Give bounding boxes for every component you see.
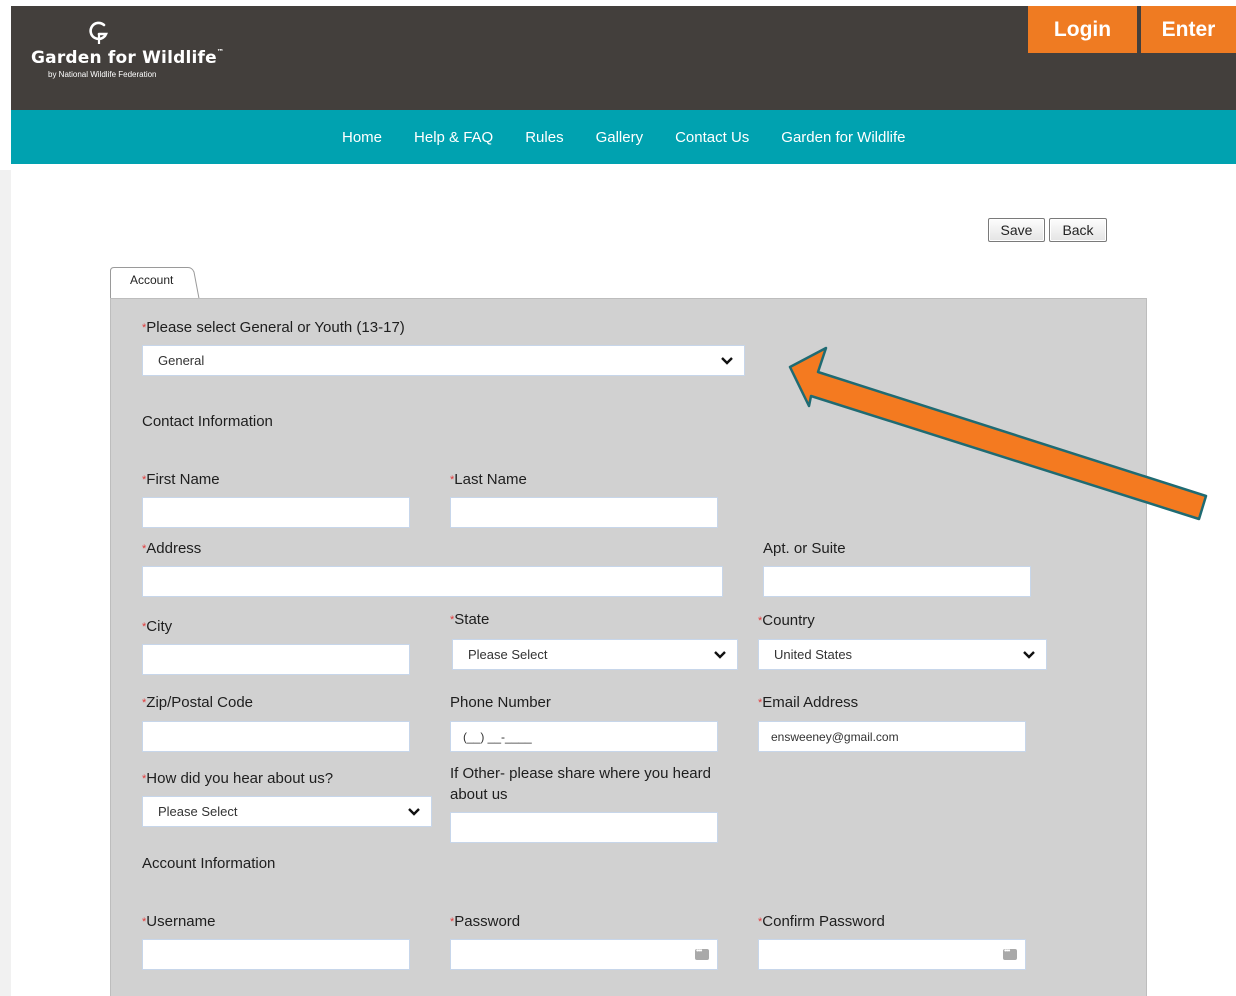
contact-information-heading: Contact Information — [142, 413, 273, 430]
referral-select[interactable]: Please Select — [142, 796, 432, 827]
address-label: *Address — [142, 540, 202, 557]
email-value: ensweeney@gmail.com — [771, 729, 899, 744]
tab-account[interactable]: Account — [110, 267, 200, 299]
logo-subtitle: by National Wildlife Federation — [48, 70, 157, 79]
left-gutter — [0, 170, 11, 996]
email-input[interactable]: ensweeney@gmail.com — [758, 721, 1026, 752]
participant-type-label: *Please select General or Youth (13-17) — [142, 319, 405, 336]
password-label: *Password — [450, 913, 521, 930]
nav-contact-us[interactable]: Contact Us — [675, 129, 749, 146]
email-label: *Email Address — [758, 694, 859, 711]
username-input[interactable] — [142, 939, 410, 970]
city-input[interactable] — [142, 644, 410, 675]
nav-garden-for-wildlife[interactable]: Garden for Wildlife — [781, 129, 905, 146]
state-value: Please Select — [468, 647, 548, 662]
first-name-input[interactable] — [142, 497, 410, 528]
tab-account-label: Account — [130, 273, 174, 287]
city-label: *City — [142, 618, 173, 635]
first-name-label: *First Name — [142, 471, 220, 488]
referral-other-label-line1: If Other- please share where you heard — [450, 765, 711, 782]
leaf-logo-icon — [89, 21, 108, 44]
nav-help-faq[interactable]: Help & FAQ — [414, 129, 493, 146]
save-button[interactable]: Save — [988, 218, 1045, 242]
last-name-label: *Last Name — [450, 471, 527, 488]
chevron-down-icon — [408, 808, 420, 816]
chevron-down-icon — [721, 357, 733, 365]
back-button[interactable]: Back — [1049, 218, 1107, 242]
apt-suite-input[interactable] — [763, 566, 1031, 597]
country-label: *Country — [758, 612, 815, 629]
phone-input[interactable]: (__) __-____ — [450, 721, 718, 752]
confirm-password-input[interactable] — [758, 939, 1026, 970]
last-name-input[interactable] — [450, 497, 718, 528]
top-header: Garden for Wildlife™ by National Wildlif… — [11, 6, 1236, 110]
state-label: *State — [450, 611, 490, 628]
zip-label: *Zip/Postal Code — [142, 694, 254, 711]
phone-mask: (__) __-____ — [463, 729, 532, 744]
enter-button[interactable]: Enter — [1141, 6, 1236, 53]
chevron-down-icon — [1023, 651, 1035, 659]
password-input[interactable] — [450, 939, 718, 970]
main-nav: Home Help & FAQ Rules Gallery Contact Us… — [11, 110, 1236, 164]
zip-input[interactable] — [142, 721, 410, 752]
username-label: *Username — [142, 913, 216, 930]
apt-suite-label: Apt. or Suite — [763, 540, 846, 557]
referral-other-label-line2: about us — [450, 786, 508, 803]
confirm-password-label: *Confirm Password — [758, 913, 885, 930]
participant-type-value: General — [158, 353, 205, 368]
referral-value: Please Select — [158, 804, 238, 819]
nav-rules[interactable]: Rules — [525, 129, 563, 146]
annotation-arrow-icon — [788, 346, 1208, 521]
country-value: United States — [774, 647, 853, 662]
state-select[interactable]: Please Select — [452, 639, 738, 670]
nav-home[interactable]: Home — [342, 129, 382, 146]
page: Garden for Wildlife™ by National Wildlif… — [0, 0, 1236, 996]
login-button[interactable]: Login — [1028, 6, 1137, 53]
participant-type-select[interactable]: General — [142, 345, 745, 376]
password-key-icon[interactable] — [695, 946, 709, 960]
account-information-heading: Account Information — [142, 855, 276, 872]
password-key-icon[interactable] — [1003, 946, 1017, 960]
country-select[interactable]: United States — [758, 639, 1047, 670]
referral-label: *How did you hear about us? — [142, 770, 334, 787]
chevron-down-icon — [714, 651, 726, 659]
nav-gallery[interactable]: Gallery — [596, 129, 644, 146]
garden-for-wildlife-logo[interactable]: Garden for Wildlife™ by National Wildlif… — [21, 20, 241, 90]
logo-text: Garden for Wildlife™ — [31, 48, 225, 68]
referral-other-input[interactable] — [450, 812, 718, 843]
phone-label: Phone Number — [450, 694, 551, 711]
address-input[interactable] — [142, 566, 723, 597]
